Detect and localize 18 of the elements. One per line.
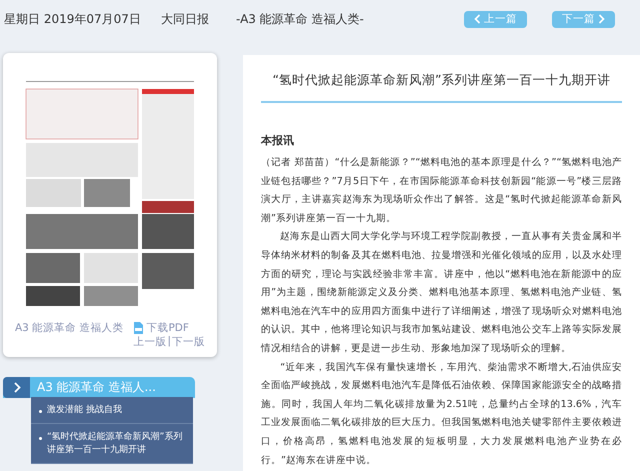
article-link[interactable]: “氢时代掀起能源革命新风潮”系列讲座第一百一十九期开讲: [47, 431, 187, 457]
section-title: A3 能源革命 造福人...: [36, 379, 156, 396]
article-link[interactable]: 激发潜能 挑战自我: [47, 404, 122, 417]
previous-page-link[interactable]: 上一版: [133, 335, 166, 349]
download-pdf-link[interactable]: 下载PDF: [146, 321, 189, 335]
page-title: -A3 能源革命 造福人类-: [236, 10, 365, 28]
next-page-link[interactable]: 下一版: [172, 335, 205, 349]
article-paragraph: （记者 郑苗苗）“什么是新能源？”“燃料电池的基本原理是什么？”“氢燃料电池产业链包括哪些？”7月5日下午，在市国际能源革命科技创新园“能源一号”楼三层路演大厅，主讲嘉宾赵海东为现场听众作出了解答。这是“氢时代掀起能源革命新风潮”系列讲座第一百一十九期。: [261, 156, 622, 226]
newspaper-name: 大同日报: [161, 10, 210, 28]
next-article-button[interactable]: 下一篇: [552, 10, 615, 28]
page-link[interactable]: A3 能源革命 造福人类: [15, 321, 128, 349]
article-paragraph: 赵海东是山西大同大学化学与环境工程学院副教授，一直从事有关贵金属和半导体纳米材料的制备及其在燃料电池、拉曼增强和光催化领域的应用，以及水处理方面的研究，理论与实践经验非常丰富。讲座中，他以“燃料电池在新能源中的应用”为主题，围绕新能源定义及分类、燃料电池基本原理、氢燃料电池产业链、氢燃料电池在汽车中的应用四方面集中进行了详细阐述，增强了现场听众对燃料电池的认识。其中，他将理论知识与我市加氢站建设、燃料电池公交车上路等实际发展情况相结合的讲解，更是进一步生动、形象地加深了现场听众的理解。: [261, 230, 622, 356]
article-title: “氢时代掀起能源革命新风潮”系列讲座第一百一十九期开讲: [261, 55, 622, 103]
previous-article-button[interactable]: 上一篇: [464, 10, 527, 28]
separator: |: [167, 335, 171, 349]
issue-date: 星期日 2019年07月07日: [4, 10, 142, 28]
article-paragraph: “近年来，我国汽车保有量快速增长，车用汽、柴油需求不断增大,石油供应安全面临严峻挑战，发展燃料电池汽车是降低石油依赖、保障国家能源安全的战略措施。同时，我国人年均二氧化碳排放量为2.51吨，总量约占全球的13.6%，汽车工业发展面临二氧化碳排放的巨大压力。但我国氢燃料电池关键零部件主要依赖进口，价格高昂，氢燃料电池发展的短板明显，大力发展燃料电池产业势在必行。”赵海东在讲座中说。: [261, 360, 622, 468]
article-byline: 本报讯: [261, 133, 295, 148]
